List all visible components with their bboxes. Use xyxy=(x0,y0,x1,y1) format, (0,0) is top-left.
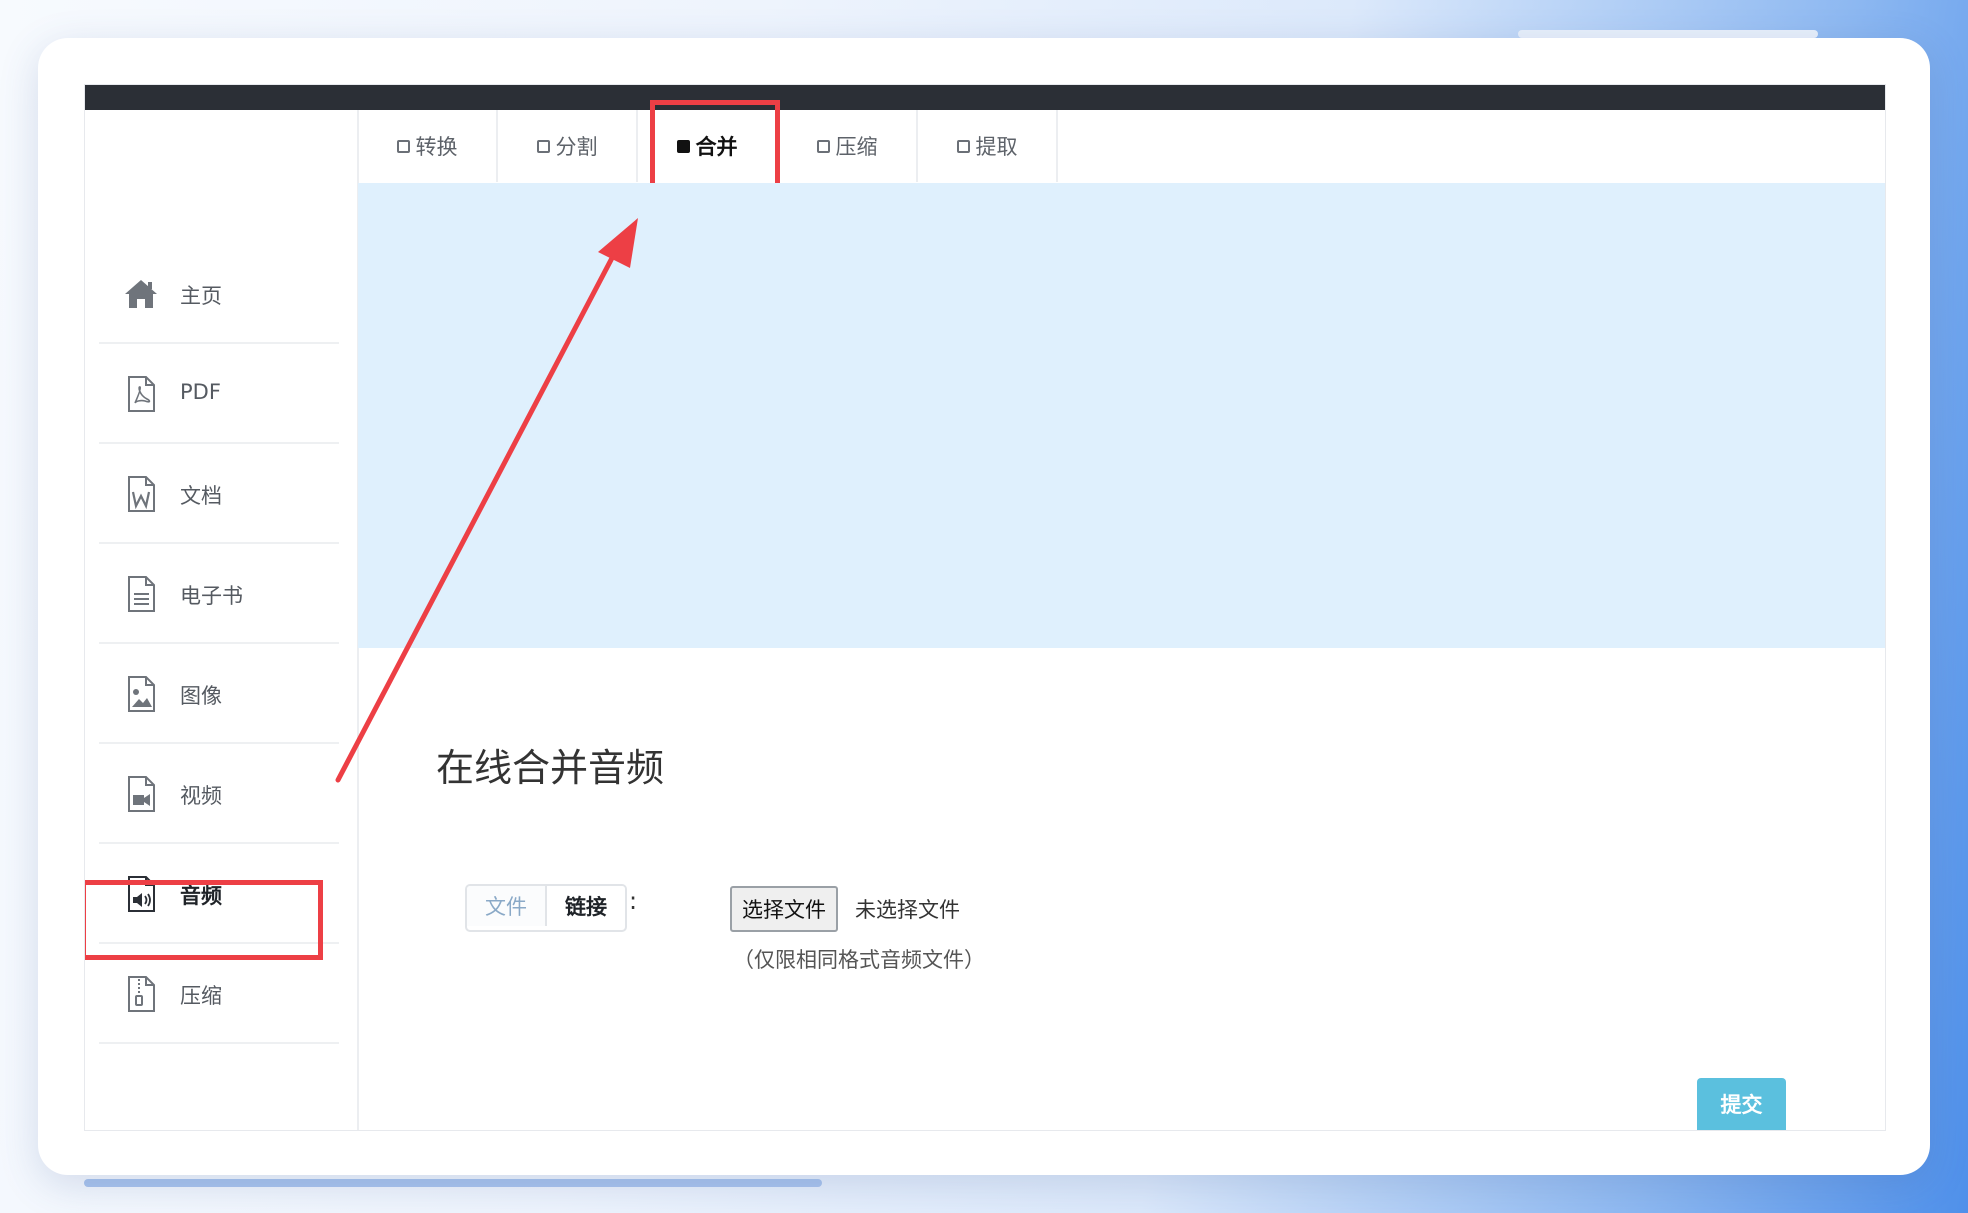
tab-label: 分割 xyxy=(555,135,598,159)
tab-label: 转换 xyxy=(415,135,458,159)
banner-area xyxy=(358,183,1885,648)
sidebar-item-label: 电子书 xyxy=(180,584,243,608)
checkbox-icon xyxy=(396,139,410,153)
image-file-icon xyxy=(121,674,161,714)
source-file-button[interactable]: 文件 xyxy=(467,886,547,926)
background-decoration xyxy=(1518,30,1818,38)
home-icon xyxy=(121,274,161,314)
word-file-icon xyxy=(121,474,161,514)
format-hint: （仅限相同格式音频文件） xyxy=(733,948,985,972)
sidebar-item-label: 文档 xyxy=(180,484,222,508)
sidebar: 主页 PDF 文档 电子书 图像 视频 音频 压缩 xyxy=(85,110,359,1130)
tab-label: 压缩 xyxy=(835,135,878,159)
sidebar-item-label: 图像 xyxy=(180,684,222,708)
background-scroll-bar xyxy=(84,1179,822,1187)
checkbox-icon xyxy=(536,139,550,153)
tab-extract[interactable]: 提取 xyxy=(918,110,1058,182)
source-colon: : xyxy=(629,887,638,915)
sidebar-item-image[interactable]: 图像 xyxy=(99,644,339,744)
top-navbar xyxy=(85,85,1885,110)
choose-file-button[interactable]: 选择文件 xyxy=(730,886,838,932)
sidebar-item-document[interactable]: 文档 xyxy=(99,444,339,544)
tab-label: 提取 xyxy=(975,135,1018,159)
video-file-icon xyxy=(121,774,161,814)
archive-file-icon xyxy=(121,974,161,1014)
tab-compress[interactable]: 压缩 xyxy=(778,110,918,182)
checkbox-icon xyxy=(816,139,830,153)
sidebar-item-label: 主页 xyxy=(180,284,222,308)
submit-button[interactable]: 提交 xyxy=(1697,1078,1786,1130)
sidebar-item-label: 视频 xyxy=(180,784,222,808)
file-status-text: 未选择文件 xyxy=(855,898,960,922)
ebook-file-icon xyxy=(121,574,161,614)
sidebar-item-label: 压缩 xyxy=(180,984,222,1008)
sidebar-item-home[interactable]: 主页 xyxy=(99,244,339,344)
checkbox-icon xyxy=(956,139,970,153)
sidebar-item-ebook[interactable]: 电子书 xyxy=(99,544,339,644)
sidebar-item-video[interactable]: 视频 xyxy=(99,744,339,844)
page-title: 在线合并音频 xyxy=(436,746,665,790)
app-window: 主页 PDF 文档 电子书 图像 视频 音频 压缩 转换 分割 合并 压缩 提取… xyxy=(84,84,1886,1131)
audio-highlight-box xyxy=(85,880,323,960)
source-toggle: 文件 链接 xyxy=(465,884,627,932)
sidebar-item-label: PDF xyxy=(180,380,221,404)
tab-split[interactable]: 分割 xyxy=(498,110,638,182)
pdf-file-icon xyxy=(121,374,161,414)
tab-convert[interactable]: 转换 xyxy=(358,110,498,182)
sidebar-item-pdf[interactable]: PDF xyxy=(99,344,339,444)
source-link-button[interactable]: 链接 xyxy=(547,886,625,926)
